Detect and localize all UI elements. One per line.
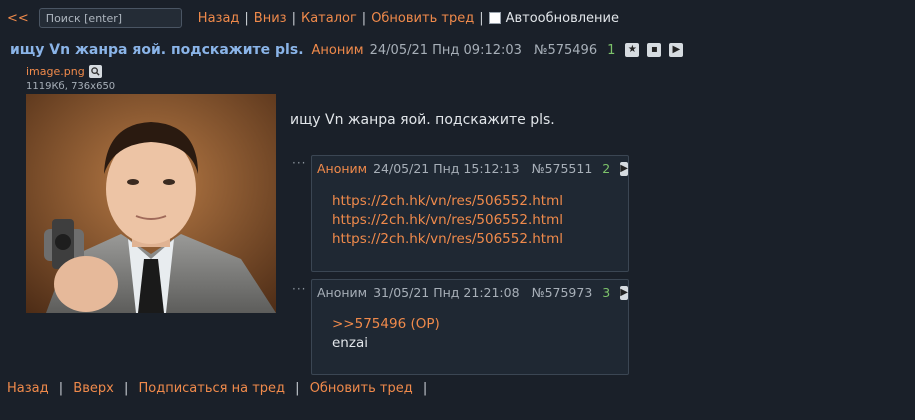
play-icon[interactable]: ▶ bbox=[620, 161, 628, 176]
op-image-thumbnail[interactable] bbox=[26, 94, 276, 313]
file-meta: 1119Кб, 736x650 bbox=[26, 81, 116, 92]
play-icon[interactable]: ▶ bbox=[620, 285, 628, 300]
reply-author: Аноним bbox=[317, 161, 368, 176]
separator: | bbox=[361, 10, 367, 26]
reply-date: 31/05/21 Пнд 21:21:08 bbox=[373, 285, 520, 300]
reply-date: 24/05/21 Пнд 15:12:13 bbox=[373, 161, 520, 176]
op-author: Аноним bbox=[311, 42, 364, 58]
bottom-back-link[interactable]: Назад bbox=[7, 381, 49, 396]
back-arrows-link[interactable]: << bbox=[7, 11, 29, 26]
reply-quote-link[interactable]: >>575496 (OP) bbox=[332, 315, 608, 334]
search-input[interactable] bbox=[38, 8, 182, 28]
op-post-header: ищу Vn жанра яой. подскажите pls. Аноним… bbox=[10, 42, 691, 58]
reply-header: Аноним 24/05/21 Пнд 15:12:13 №575511 2 ▶ bbox=[312, 156, 628, 176]
separator: | bbox=[123, 381, 129, 396]
magnify-icon[interactable] bbox=[88, 65, 102, 78]
nav-refresh-link[interactable]: Обновить тред bbox=[371, 11, 474, 26]
auto-update-label: Автообновление bbox=[505, 10, 619, 26]
reply-post-count: 2 bbox=[602, 161, 611, 176]
reply-author: Аноним bbox=[317, 285, 368, 300]
file-name-link[interactable]: image.png bbox=[26, 65, 85, 78]
reply-link[interactable]: https://2ch.hk/vn/res/506552.html bbox=[332, 192, 608, 211]
reply-text: enzai bbox=[332, 335, 368, 351]
op-post-count: 1 bbox=[607, 42, 616, 58]
separator: | bbox=[58, 381, 64, 396]
separator: | bbox=[295, 381, 300, 396]
hide-icon[interactable]: ▪ bbox=[647, 43, 662, 57]
nav-catalog-link[interactable]: Каталог bbox=[301, 11, 357, 26]
op-post-number[interactable]: №575496 bbox=[534, 43, 597, 58]
thread-title: ищу Vn жанра яой. подскажите pls. bbox=[10, 42, 304, 58]
bottom-nav: Назад | Вверх | Подписаться на тред | Об… bbox=[7, 381, 433, 396]
reply-post-count: 3 bbox=[602, 285, 611, 300]
separator: | bbox=[422, 381, 428, 396]
reply-post-number[interactable]: №575511 bbox=[532, 161, 593, 176]
reply-header: Аноним 31/05/21 Пнд 21:21:08 №575973 3 ▶ bbox=[312, 280, 628, 300]
reply-link[interactable]: https://2ch.hk/vn/res/506552.html bbox=[332, 230, 608, 249]
reply-dots: ··· bbox=[292, 156, 307, 170]
reply-dots: ··· bbox=[292, 282, 307, 296]
auto-update-checkbox[interactable] bbox=[488, 12, 501, 24]
separator: | bbox=[244, 10, 249, 26]
play-icon[interactable]: ▶ bbox=[669, 43, 684, 57]
separator: | bbox=[479, 10, 484, 26]
star-icon[interactable]: ★ bbox=[625, 43, 640, 57]
op-post-text: ищу Vn жанра яой. подскажите pls. bbox=[290, 112, 555, 128]
reply-post-1: Аноним 24/05/21 Пнд 15:12:13 №575511 2 ▶… bbox=[311, 155, 629, 272]
separator: | bbox=[291, 10, 296, 26]
top-nav: << Назад | Вниз | Каталог | Обновить тре… bbox=[7, 8, 619, 28]
reply-body: >>575496 (OP) enzai bbox=[312, 300, 628, 353]
op-date: 24/05/21 Пнд 09:12:03 bbox=[369, 42, 522, 58]
reply-post-number[interactable]: №575973 bbox=[532, 285, 593, 300]
bottom-subscribe-link[interactable]: Подписаться на тред bbox=[138, 381, 285, 396]
reply-post-2: Аноним 31/05/21 Пнд 21:21:08 №575973 3 ▶… bbox=[311, 279, 629, 375]
nav-back-link[interactable]: Назад bbox=[198, 11, 240, 26]
reply-body: https://2ch.hk/vn/res/506552.html https:… bbox=[312, 176, 628, 249]
bottom-up-link[interactable]: Вверх bbox=[73, 381, 114, 396]
nav-down-link[interactable]: Вниз bbox=[254, 11, 287, 26]
bottom-refresh-link[interactable]: Обновить тред bbox=[310, 381, 413, 396]
file-info: image.png bbox=[26, 65, 102, 78]
reply-link[interactable]: https://2ch.hk/vn/res/506552.html bbox=[332, 211, 608, 230]
